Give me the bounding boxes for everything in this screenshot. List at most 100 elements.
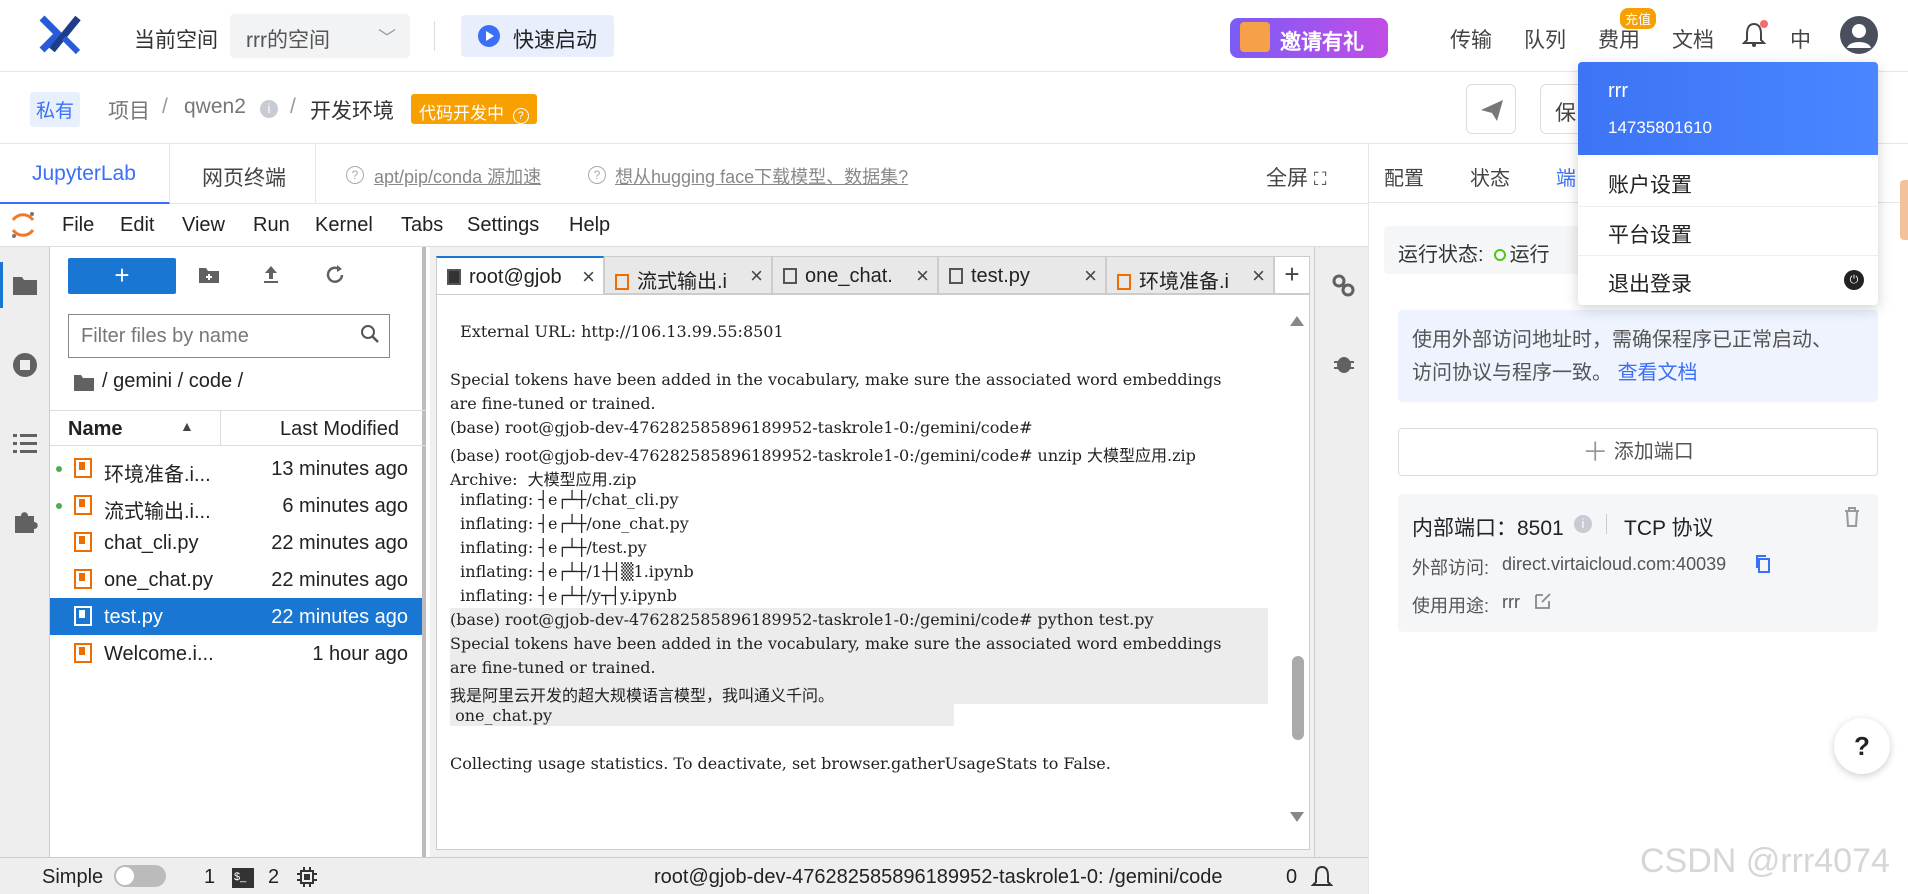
breadcrumb-dev-env: 开发环境 [310, 100, 394, 123]
file-row[interactable]: test.py 22 minutes ago [50, 598, 422, 635]
refresh-icon[interactable] [322, 262, 348, 288]
menu-platform-settings[interactable]: 平台设置 [1578, 206, 1878, 255]
info-icon[interactable]: i [1574, 515, 1592, 533]
upload-icon[interactable] [258, 262, 284, 288]
side-handle[interactable] [1900, 180, 1908, 240]
tab-ports[interactable]: 端 [1556, 162, 1576, 191]
info-icon[interactable]: i [260, 100, 278, 118]
table-of-contents-icon[interactable] [10, 428, 40, 458]
close-icon[interactable]: × [582, 264, 595, 290]
user-avatar[interactable] [1840, 16, 1878, 54]
question-icon[interactable]: ? [512, 108, 529, 124]
menu-file[interactable]: File [62, 214, 94, 237]
debugger-bug-icon[interactable] [1332, 352, 1356, 376]
file-filter-input[interactable]: Filter files by name [68, 314, 390, 358]
tab-status[interactable]: 状态 [1470, 162, 1510, 191]
tab-one-chat[interactable]: one_chat. × [772, 256, 938, 294]
jupyter-right-sidebar [1314, 247, 1368, 857]
close-icon[interactable]: × [750, 263, 763, 289]
running-dot-icon [56, 503, 62, 509]
folder-icon[interactable] [10, 270, 40, 300]
quick-start-button[interactable]: 快速启动 [461, 15, 614, 57]
tab-terminal[interactable]: root@gjob × [436, 256, 604, 294]
bell-icon[interactable] [1310, 864, 1334, 890]
terminal-count[interactable]: 2 [268, 866, 279, 889]
menu-edit[interactable]: Edit [120, 214, 154, 237]
link-source-acceleration[interactable]: apt/pip/conda 源加速 [374, 163, 541, 189]
file-icon [74, 495, 92, 515]
kernel-count[interactable]: 1 [204, 866, 215, 889]
file-name: Welcome.i... [104, 643, 214, 665]
nav-docs[interactable]: 文档 [1672, 24, 1714, 54]
file-row[interactable]: Welcome.i... 1 hour ago [50, 635, 422, 672]
tab-jupyterlab[interactable]: JupyterLab [0, 144, 170, 204]
file-modified: 1 hour ago [312, 643, 408, 665]
help-button[interactable]: ? [1834, 718, 1890, 774]
fullscreen-button[interactable]: 全屏 ⛶ [1266, 162, 1326, 192]
file-icon [74, 606, 92, 626]
link-huggingface-download[interactable]: 想从hugging face下载模型、数据集? [615, 163, 908, 189]
column-name[interactable]: Name [68, 418, 122, 441]
menu-settings[interactable]: Settings [467, 214, 539, 237]
breadcrumb-projects[interactable]: 项目 [108, 95, 150, 125]
new-folder-icon[interactable] [196, 262, 222, 288]
close-icon[interactable]: × [916, 263, 929, 289]
menu-logout[interactable]: 退出登录 ⏻ [1578, 255, 1878, 304]
cpu-chip-icon [297, 867, 317, 887]
tab-notebook-env[interactable]: 环境准备.i × [1106, 256, 1274, 294]
close-icon[interactable]: × [1252, 263, 1265, 289]
copy-icon[interactable] [1754, 554, 1772, 574]
tab-terminal-label: root@gjob [469, 266, 562, 288]
file-row[interactable]: 环境准备.i... 13 minutes ago [50, 450, 422, 487]
menu-kernel[interactable]: Kernel [315, 214, 373, 237]
menu-account-settings[interactable]: 账户设置 [1578, 157, 1878, 206]
trash-icon[interactable] [1842, 506, 1862, 528]
scroll-up-arrow[interactable] [1290, 316, 1304, 326]
platform-logo[interactable] [38, 14, 82, 58]
menu-help[interactable]: Help [569, 214, 610, 237]
tab-config[interactable]: 配置 [1384, 162, 1424, 191]
space-select[interactable]: rrr的空间 ﹀ [230, 14, 410, 58]
terminal-line: External URL: http://106.13.99.55:8501 [450, 322, 784, 341]
add-port-button[interactable]: ＋ 添加端口 [1398, 428, 1878, 476]
view-docs-link[interactable]: 查看文档 [1618, 362, 1698, 384]
current-path[interactable]: / gemini / code / [102, 370, 243, 393]
property-inspector-gears-icon[interactable] [1330, 272, 1356, 298]
edit-icon[interactable] [1534, 592, 1552, 610]
menu-tabs[interactable]: Tabs [401, 214, 443, 237]
send-icon [1481, 100, 1503, 121]
breadcrumb-separator: / [290, 95, 296, 118]
tab-test-py[interactable]: test.py × [938, 256, 1106, 294]
add-tab-button[interactable]: + [1274, 256, 1310, 294]
file-row[interactable]: one_chat.py 22 minutes ago [50, 561, 422, 598]
recharge-badge: 充值 [1620, 8, 1657, 29]
tab-web-terminal[interactable]: 网页终端 [170, 144, 316, 204]
nav-transfer[interactable]: 传输 [1450, 24, 1492, 54]
menu-run[interactable]: Run [253, 214, 290, 237]
send-button[interactable] [1466, 84, 1516, 134]
file-icon [74, 458, 92, 478]
close-icon[interactable]: × [1084, 263, 1097, 289]
tab-test-py-label: test.py [971, 265, 1030, 287]
simple-mode-toggle[interactable] [114, 865, 166, 887]
language-switch[interactable]: 中 [1790, 24, 1811, 54]
invite-button[interactable]: 邀请有礼 [1230, 18, 1388, 58]
breadcrumb-project-qwen2[interactable]: qwen2 [184, 95, 246, 119]
nav-queue[interactable]: 队列 [1524, 24, 1566, 54]
file-row[interactable]: chat_cli.py 22 minutes ago [50, 524, 422, 561]
column-last-modified[interactable]: Last Modified [280, 418, 399, 441]
private-tag: 私有 [30, 92, 81, 127]
scrollbar-thumb[interactable] [1292, 656, 1304, 740]
simple-mode-label: Simple [42, 866, 104, 888]
terminal-line: inflating: ┤e┌┴┼/test.py [450, 538, 647, 557]
menu-view[interactable]: View [182, 214, 225, 237]
internal-port: 内部端口：8501 [1412, 517, 1564, 540]
running-stop-icon[interactable] [10, 350, 40, 380]
extension-puzzle-icon[interactable] [10, 506, 40, 536]
scroll-down-arrow[interactable] [1290, 812, 1304, 822]
tab-notebook-stream[interactable]: 流式输出.i × [604, 256, 772, 294]
terminal-line: are fine-tuned or trained. [450, 658, 656, 677]
terminal-line: one_chat.py [450, 706, 553, 725]
file-row[interactable]: 流式输出.i... 6 minutes ago [50, 487, 422, 524]
new-launcher-button[interactable]: + [68, 258, 176, 294]
